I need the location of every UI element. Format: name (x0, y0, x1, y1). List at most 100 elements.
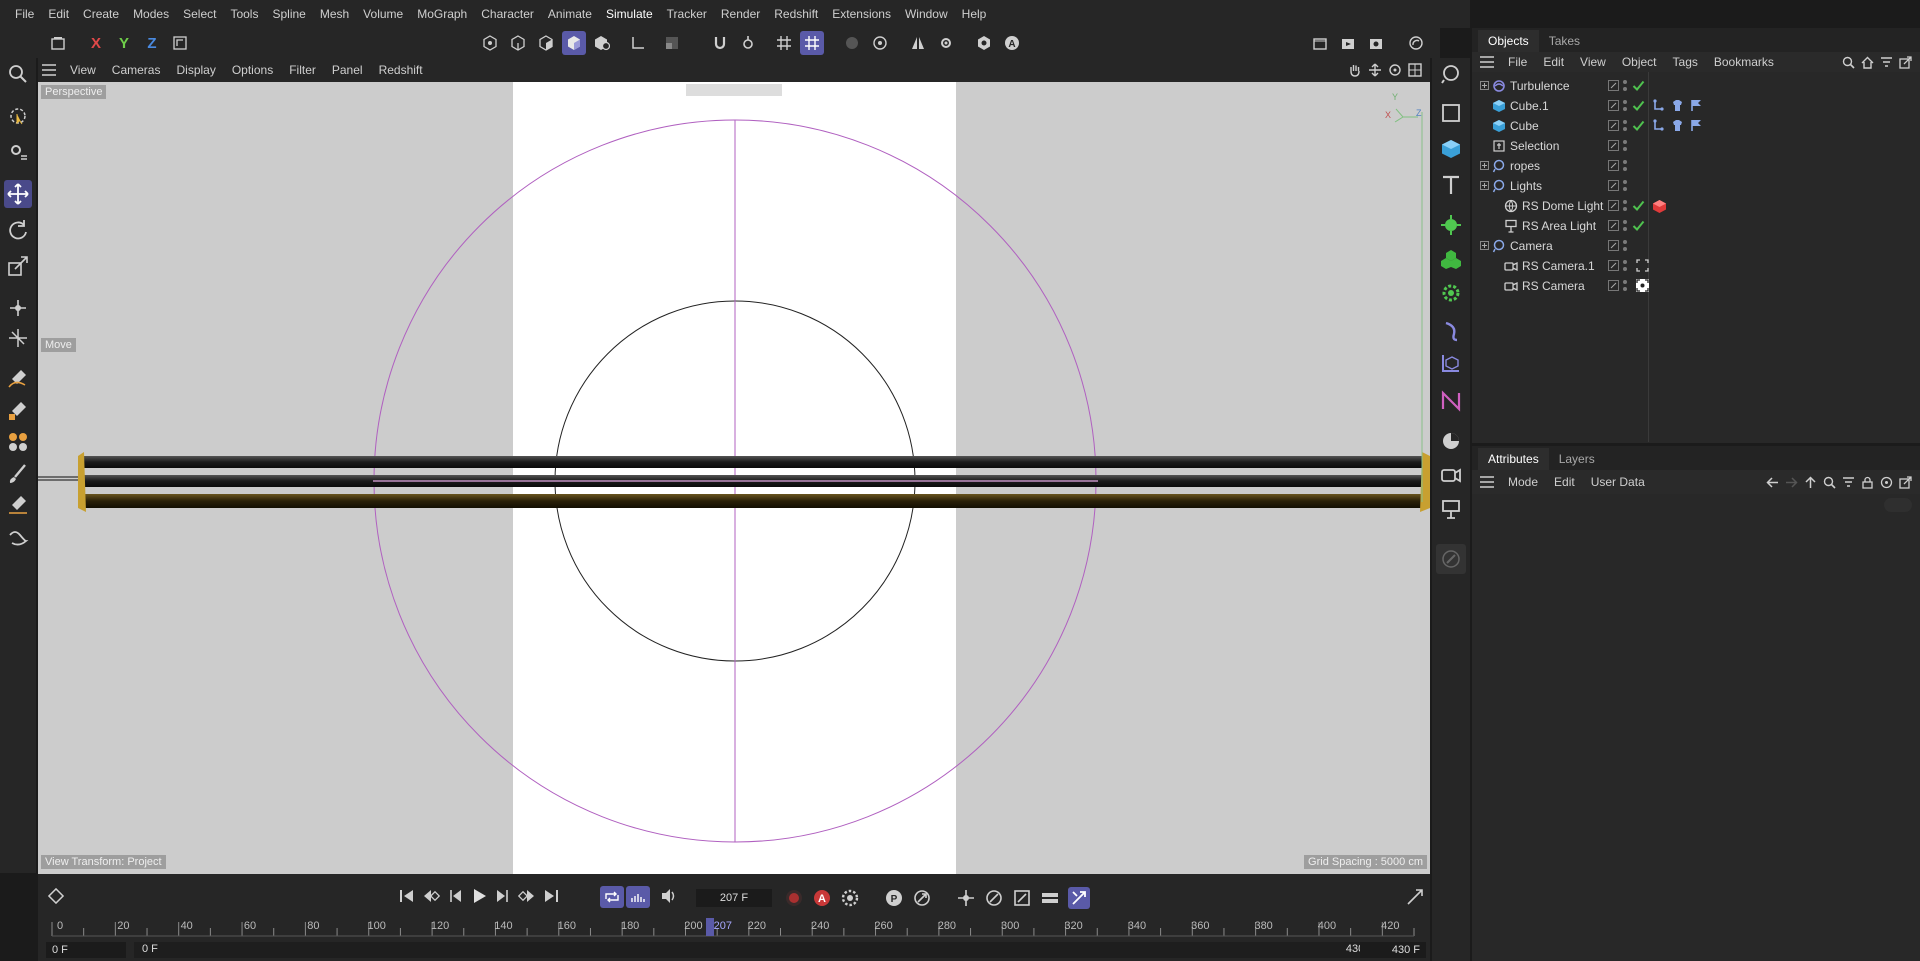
timeline-curve-icon[interactable] (1406, 888, 1424, 906)
generator-icon[interactable] (1436, 210, 1466, 240)
object-row-cube[interactable]: Cube (1472, 116, 1920, 136)
layer-edit-icon[interactable] (1608, 220, 1619, 231)
enabled-check-icon[interactable] (1632, 219, 1645, 232)
viewport-menu-redshift[interactable]: Redshift (371, 63, 431, 77)
coordinate-system-icon[interactable] (168, 31, 192, 55)
key-interpolation-icon[interactable] (1068, 887, 1090, 909)
visibility-dots-icon[interactable] (1622, 218, 1628, 234)
keyframe-settings-icon[interactable] (840, 888, 860, 908)
rotate-tool-icon[interactable] (4, 216, 32, 244)
knife-tool-icon[interactable] (4, 490, 32, 518)
symmetry-icon[interactable] (906, 31, 930, 55)
object-row-rs-dome-light[interactable]: RS Dome Light (1472, 196, 1920, 216)
attribute-new-window-icon[interactable] (1899, 475, 1912, 489)
visibility-dots-icon[interactable] (1622, 198, 1628, 214)
attribute-filter-icon[interactable] (1842, 476, 1855, 489)
menu-edit[interactable]: Edit (41, 0, 76, 28)
menu-mograph[interactable]: MoGraph (410, 0, 474, 28)
object-row-cube-1[interactable]: Cube.1 (1472, 96, 1920, 116)
visibility-dots-icon[interactable] (1622, 178, 1628, 194)
lock-workplane-icon[interactable] (840, 31, 864, 55)
attribute-menu-user-data[interactable]: User Data (1583, 475, 1653, 489)
menu-animate[interactable]: Animate (541, 0, 599, 28)
layer-edit-icon[interactable] (1608, 80, 1619, 91)
tag-b-icon[interactable] (1671, 119, 1684, 132)
coordinate-manager-icon[interactable] (4, 324, 32, 352)
object-menu-tags[interactable]: Tags (1665, 55, 1706, 69)
menu-select[interactable]: Select (176, 0, 223, 28)
expand-toggle-icon[interactable] (1480, 241, 1489, 250)
redshift-render-view-icon[interactable] (1404, 31, 1428, 55)
deformer-icon[interactable] (1436, 316, 1466, 346)
brush-tool-icon[interactable] (4, 460, 32, 488)
object-name[interactable]: Selection (1510, 139, 1559, 153)
visibility-dots-icon[interactable] (1622, 118, 1628, 134)
range-slider[interactable]: 0 F 430 F (134, 942, 1384, 958)
end-frame-field[interactable]: 430 F (1360, 942, 1426, 958)
perspective-viewport[interactable]: Perspective Move Y X Z View Transform: P… (38, 82, 1430, 874)
frame-ruler[interactable]: 0 20 40 60 80 100 120 140 160 180 200 220 240 260 280 3… (38, 918, 1430, 942)
points-mode-icon[interactable] (478, 31, 502, 55)
menu-tools[interactable]: Tools (223, 0, 265, 28)
menu-help[interactable]: Help (955, 0, 994, 28)
attribute-up-icon[interactable] (1804, 475, 1817, 489)
tab-takes[interactable]: Takes (1539, 30, 1590, 52)
tag-c-icon[interactable] (1690, 99, 1703, 112)
attribute-back-icon[interactable] (1766, 476, 1779, 489)
edges-mode-icon[interactable] (506, 31, 530, 55)
attribute-menu-edit[interactable]: Edit (1546, 475, 1583, 489)
live-selection-icon[interactable] (4, 102, 32, 130)
menu-redshift[interactable]: Redshift (767, 0, 825, 28)
visibility-dots-icon[interactable] (1622, 158, 1628, 174)
snap-settings-icon[interactable] (736, 31, 760, 55)
object-row-rs-camera-1[interactable]: RS Camera.1 (1472, 256, 1920, 276)
menu-file[interactable]: File (8, 0, 41, 28)
object-menu-bookmarks[interactable]: Bookmarks (1706, 55, 1782, 69)
object-search-icon[interactable] (1842, 56, 1855, 69)
current-frame-field[interactable]: 207 F (696, 889, 772, 907)
transfer-tool-icon[interactable] (4, 294, 32, 322)
enabled-check-icon[interactable] (1632, 79, 1645, 92)
axis-x-lock-button[interactable]: X (84, 31, 108, 55)
layer-edit-icon[interactable] (1608, 240, 1619, 251)
viewport-menu-view[interactable]: View (62, 63, 104, 77)
redshift-icon[interactable] (972, 31, 996, 55)
field-icon[interactable] (1436, 348, 1466, 378)
tool-settings-icon[interactable] (4, 138, 32, 166)
cube-primitive-icon[interactable] (1436, 134, 1466, 164)
undo-history-icon[interactable] (46, 31, 70, 55)
viewport-hamburger-icon[interactable] (38, 64, 62, 76)
attribute-forward-icon[interactable] (1785, 476, 1798, 489)
object-name[interactable]: Cube (1510, 119, 1539, 133)
move-tool-icon[interactable] (4, 180, 32, 208)
menu-render[interactable]: Render (714, 0, 767, 28)
visibility-dots-icon[interactable] (1622, 238, 1628, 254)
enabled-check-icon[interactable] (1632, 99, 1645, 112)
text-object-icon[interactable] (1436, 170, 1466, 200)
layer-edit-icon[interactable] (1608, 280, 1619, 291)
visibility-dots-icon[interactable] (1622, 98, 1628, 114)
visibility-dots-icon[interactable] (1622, 78, 1628, 94)
viewport-menu-options[interactable]: Options (224, 63, 281, 77)
layer-edit-icon[interactable] (1608, 120, 1619, 131)
object-filter-icon[interactable] (1880, 56, 1893, 69)
keyframe-mode-icon[interactable] (48, 888, 64, 904)
go-to-end-icon[interactable] (542, 888, 560, 904)
spline-primitive-icon[interactable] (1436, 98, 1466, 128)
sketch-tool-icon[interactable] (4, 396, 32, 424)
menu-extensions[interactable]: Extensions (825, 0, 898, 28)
texture-mode-icon[interactable] (660, 31, 684, 55)
workplane-snap-icon[interactable] (800, 31, 824, 55)
next-key-icon[interactable] (518, 888, 536, 904)
layer-edit-icon[interactable] (1608, 200, 1619, 211)
attribute-hamburger-icon[interactable] (1472, 476, 1500, 488)
menu-window[interactable]: Window (898, 0, 955, 28)
attribute-menu-mode[interactable]: Mode (1500, 475, 1546, 489)
tag-b-icon[interactable] (1671, 99, 1684, 112)
search-icon[interactable] (4, 60, 32, 88)
target-tag-icon[interactable] (1636, 259, 1649, 272)
object-row-turbulence[interactable]: Turbulence (1472, 76, 1920, 96)
camera-object-icon[interactable] (1436, 460, 1466, 490)
viewport-menu-filter[interactable]: Filter (281, 63, 324, 77)
layer-edit-icon[interactable] (1608, 100, 1619, 111)
